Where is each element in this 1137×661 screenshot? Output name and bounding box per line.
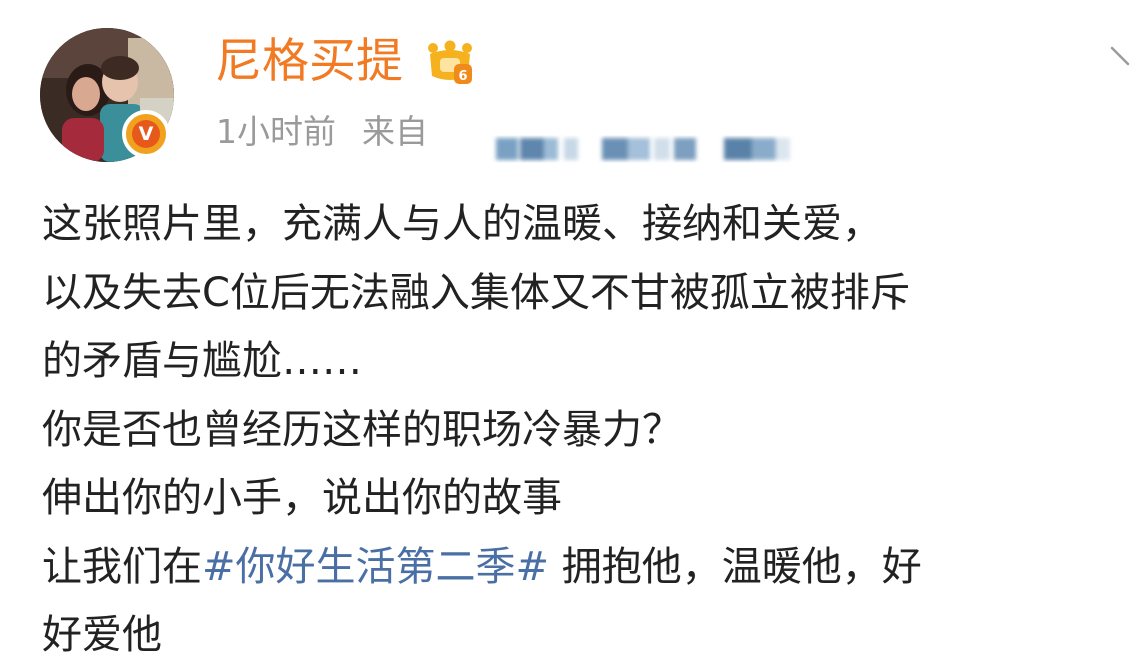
weibo-post: V 尼格买提 6 1小时前 来自 这张照片里，充满人与人的温暖、接纳和关爱， 以… (0, 0, 1137, 661)
chevron-down-icon[interactable] (1108, 42, 1136, 72)
verified-badge-icon: V (122, 110, 170, 158)
post-text-line: 的矛盾与尴尬…… (42, 338, 362, 384)
post-text-line: 好爱他 (42, 612, 162, 658)
post-text-line: 以及失去C位后无法融入集体又不甘被孤立被排斥 (42, 269, 910, 316)
post-text-line-with-hashtag: 让我们在#你好生活第二季# 拥抱他，温暖他，好 (42, 533, 1127, 602)
svg-text:6: 6 (458, 69, 467, 84)
blurred-source (496, 138, 790, 160)
post-content: 这张照片里，充满人与人的温暖、接纳和关爱， 以及失去C位后无法融入集体又不甘被孤… (42, 190, 1127, 661)
post-text-line: 这张照片里，充满人与人的温暖、接纳和关爱， (42, 201, 882, 247)
post-text-suffix: 拥抱他，温暖他，好 (561, 543, 922, 590)
crown-icon[interactable]: 6 (426, 40, 474, 86)
post-time: 1小时前 (216, 112, 336, 151)
post-source-label: 来自 (362, 112, 428, 151)
post-meta: 1小时前 来自 (216, 108, 428, 156)
author-name[interactable]: 尼格买提 (215, 32, 403, 92)
post-text-line: 伸出你的小手，说出你的故事 (42, 475, 562, 521)
post-text-line: 你是否也曾经历这样的职场冷暴力？ (42, 406, 682, 453)
hashtag-link[interactable]: #你好生活第二季# (202, 544, 549, 590)
post-text-prefix: 让我们在 (42, 543, 202, 590)
